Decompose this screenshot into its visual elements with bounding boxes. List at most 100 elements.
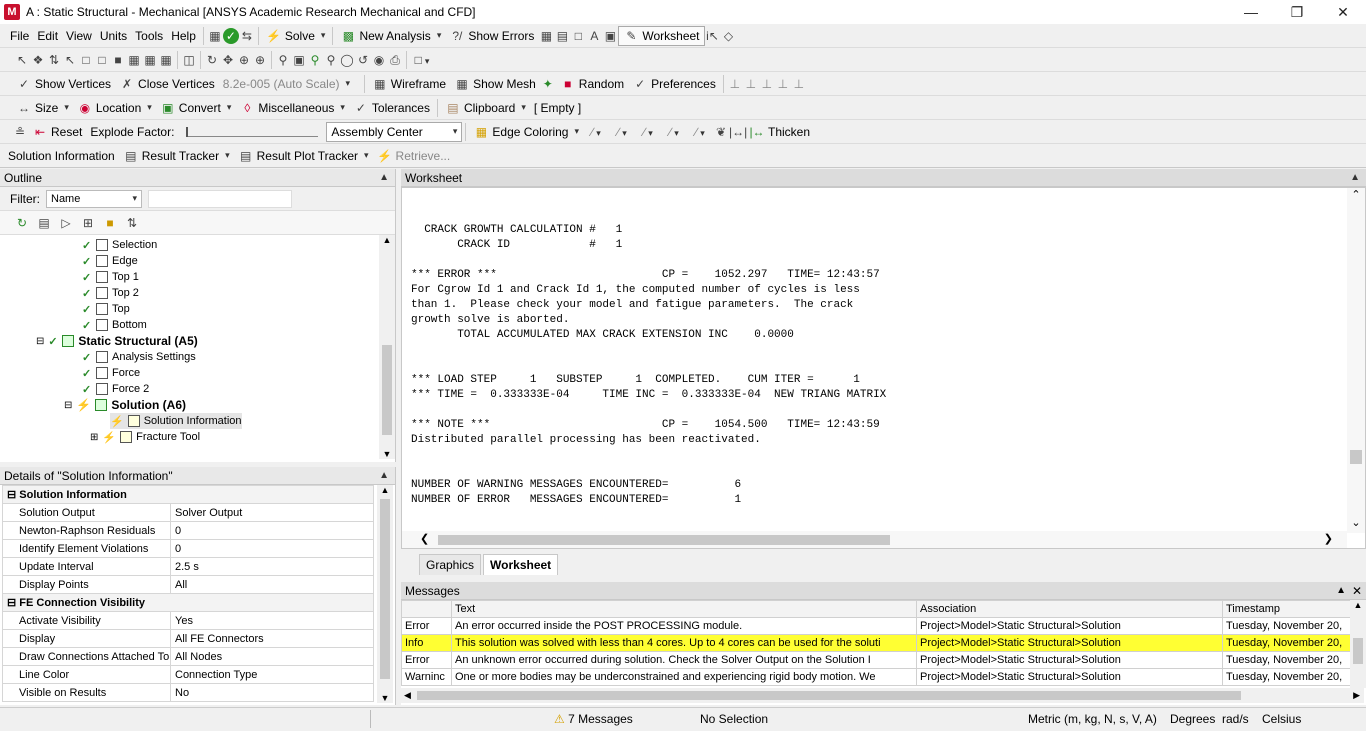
minimize-button[interactable]: — [1228,0,1274,24]
pin-icon[interactable]: ▲ [379,470,389,481]
details-scrollbar[interactable]: ▲ ▼ [377,485,393,703]
sort-icon[interactable]: ⇅ [124,215,140,231]
edge-coloring-dropdown[interactable]: ▦ Edge Coloring [469,122,583,142]
message-row[interactable]: Info This solution was solved with less t… [401,634,1364,652]
edge-1-icon[interactable]: ∕ [583,124,609,140]
zoom-icon[interactable]: ⊕ [236,52,252,68]
reset-button[interactable]: ⇤ Reset [28,122,86,142]
collapse-icon[interactable]: ▤ [36,215,52,231]
tree-item-analysis-settings[interactable]: ✓ Analysis Settings [82,349,196,365]
property-value[interactable]: Connection Type [170,665,374,684]
worksheet-hscroll[interactable]: ❮ ❯ [402,531,1347,548]
brush-icon[interactable]: ❦ [713,124,729,140]
show-vertices-button[interactable]: ✓ Show Vertices [12,74,115,94]
menu-file[interactable]: File [6,26,33,46]
property-value[interactable]: 0 [170,521,374,540]
temperature-unit-status[interactable]: Celsius [1262,712,1301,726]
pan-icon[interactable]: ✥ [220,52,236,68]
tool-3-icon[interactable]: ⊥ [759,76,775,92]
viewport-icon[interactable]: □ [410,52,434,68]
tab-worksheet[interactable]: Worksheet [483,554,559,575]
tree-item-selection[interactable]: ✓ Selection [82,237,157,253]
extend-icon[interactable]: ◫ [181,52,197,68]
property-value[interactable]: 0 [170,539,374,558]
image-icon[interactable]: ▣ [602,28,618,44]
menu-tools[interactable]: Tools [131,26,167,46]
property-value[interactable]: Yes [170,611,374,630]
details-row[interactable]: Display Points All [2,575,374,594]
tab-graphics[interactable]: Graphics [419,554,482,575]
rotate-icon[interactable]: ↻ [204,52,220,68]
details-row[interactable]: Display All FE Connectors [2,629,374,648]
zoom-green-icon[interactable]: ⚲ [307,52,323,68]
thicken-marker-icon[interactable]: |↔| [729,124,747,140]
details-row[interactable]: ⊟ Solution Information [2,485,374,504]
pick-2-icon[interactable]: ⇅ [46,52,62,68]
messages-vscroll[interactable]: ▲ [1350,600,1366,688]
details-row[interactable]: ⊟ FE Connection Visibility [2,593,374,612]
collapse-toggle-icon[interactable]: ⊟ [64,400,72,411]
messages-status[interactable]: ⚠ 7 Messages [554,712,633,726]
previous-view-icon[interactable]: ↺ [355,52,371,68]
pin-icon[interactable]: ▲ [379,172,389,183]
tree-item-top-2[interactable]: ✓ Top 2 [82,285,139,301]
explode-center-dropdown[interactable]: Assembly Center [326,121,463,142]
vertex-icon[interactable]: □ [78,52,94,68]
expand-toggle-icon[interactable]: ⊞ [90,432,98,443]
collapse-toggle-icon[interactable]: ⊟ [36,336,44,347]
graph-icon[interactable]: □ [570,28,586,44]
tree-item-solution[interactable]: ⊟ ⚡ Solution (A6) [64,397,186,413]
filter-dropdown[interactable]: Name [46,189,142,208]
worksheet-vscroll[interactable]: ⌃ ⌄ [1347,188,1365,533]
close-messages-icon[interactable]: ✕ [1352,584,1362,598]
wireframe-button[interactable]: ▦ Wireframe [368,74,450,94]
pin-icon[interactable]: ▲ [1350,172,1360,183]
property-value[interactable]: 2.5 s [170,557,374,576]
details-row[interactable]: Solution Output Solver Output [2,503,374,522]
command-icon[interactable]: ▦ [207,28,223,44]
clipboard-dropdown[interactable]: ▤ Clipboard [441,98,530,118]
close-window-button[interactable]: ✕ [1320,0,1366,24]
folder-icon[interactable]: ■ [102,215,118,231]
result-tracker-dropdown[interactable]: ▤ Result Tracker [119,146,234,166]
edge-4-icon[interactable]: ∕ [661,124,687,140]
size-dropdown[interactable]: ↔ Size [12,98,73,118]
face-select-icon[interactable]: ■ [110,52,126,68]
tool-1-icon[interactable]: ⊥ [727,76,743,92]
explode-slider[interactable] [186,126,319,137]
pick-icon[interactable]: ❖ [30,52,46,68]
tree-item-top-1[interactable]: ✓ Top 1 [82,269,139,285]
col-type[interactable] [401,600,452,618]
node-select-icon[interactable]: ▦ [142,52,158,68]
message-row[interactable]: Warninc One or more bodies may be underco… [401,668,1364,686]
text-icon[interactable]: A [586,28,602,44]
info-cursor-icon[interactable]: i↖ [705,28,721,44]
tool-5-icon[interactable]: ⊥ [791,76,807,92]
restore-button[interactable]: ❐ [1274,0,1320,24]
tool-4-icon[interactable]: ⊥ [775,76,791,92]
convert-dropdown[interactable]: ▣ Convert [156,98,236,118]
menu-units[interactable]: Units [96,26,131,46]
connect-icon[interactable]: ⇆ [239,28,255,44]
property-value[interactable]: No [170,683,374,702]
location-dropdown[interactable]: ◉ Location [73,98,156,118]
message-row[interactable]: Error An unknown error occurred during so… [401,651,1364,669]
worksheet-button[interactable]: ✎ Worksheet [618,25,705,46]
axis-icon[interactable]: ✦ [540,76,556,92]
details-row[interactable]: Visible on Results No [2,683,374,702]
box-zoom-icon[interactable]: ⊕ [252,52,268,68]
thicken-button[interactable]: |↔ Thicken [745,122,814,142]
menu-view[interactable]: View [62,26,96,46]
messages-hscroll[interactable]: ◀ ▶ [401,688,1364,703]
outline-scrollbar[interactable]: ▲ ▼ [379,235,395,459]
rate-unit-status[interactable]: rad/s [1222,712,1249,726]
details-row[interactable]: Activate Visibility Yes [2,611,374,630]
col-association[interactable]: Association [916,600,1223,618]
edge-2-icon[interactable]: ∕ [609,124,635,140]
tag-icon[interactable]: ◇ [721,28,737,44]
angle-unit-status[interactable]: Degrees [1170,712,1215,726]
retrieve-button[interactable]: ⚡ Retrieve... [373,146,455,166]
preferences-button[interactable]: ✓ Preferences [628,74,720,94]
zoom-box-icon[interactable]: ▣ [291,52,307,68]
edge-select-icon[interactable]: □ [94,52,110,68]
